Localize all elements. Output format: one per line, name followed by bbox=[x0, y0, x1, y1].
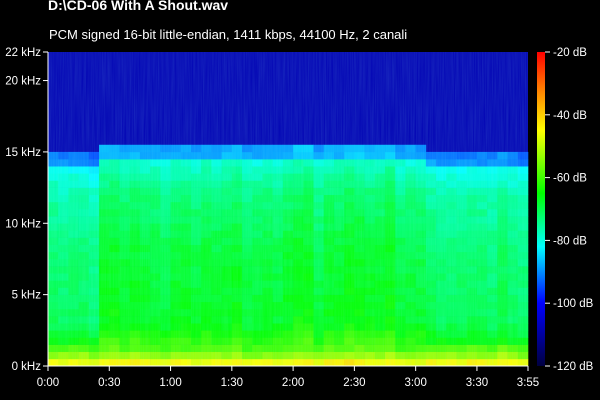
y-tick-label: 10 kHz bbox=[5, 218, 41, 230]
colorbar-tick-label: -20 dB bbox=[553, 47, 587, 59]
x-tick-label: 2:00 bbox=[282, 377, 304, 389]
colorbar: -20 dB -40 dB -60 dB -80 dB -100 dB -120 dB bbox=[537, 47, 594, 373]
y-tick-label: 22 kHz bbox=[5, 47, 41, 59]
y-tick-label: 0 kHz bbox=[12, 361, 42, 373]
x-tick-label: 0:00 bbox=[37, 377, 59, 389]
colorbar-tick-label: -120 dB bbox=[553, 361, 594, 373]
colorbar-gradient bbox=[537, 52, 545, 366]
x-tick-label: 2:30 bbox=[343, 377, 365, 389]
colorbar-tick-label: -100 dB bbox=[553, 298, 594, 310]
x-tick-label: 3:00 bbox=[404, 377, 426, 389]
x-tick-label: 1:30 bbox=[221, 377, 243, 389]
y-axis: 0 kHz 5 kHz 10 kHz 15 kHz 20 kHz 22 kHz bbox=[5, 47, 49, 373]
x-tick-label: 0:30 bbox=[98, 377, 120, 389]
x-tick-label: 3:30 bbox=[466, 377, 488, 389]
x-tick-label: 3:55 bbox=[517, 377, 539, 389]
x-tick-label: 1:00 bbox=[159, 377, 181, 389]
colorbar-tick-label: -80 dB bbox=[553, 235, 587, 247]
y-tick-label: 5 kHz bbox=[12, 290, 42, 302]
colorbar-tick-label: -60 dB bbox=[553, 173, 587, 185]
spectrogram-plot bbox=[48, 52, 529, 367]
spectrogram-texture bbox=[48, 52, 528, 366]
colorbar-tick-label: -40 dB bbox=[553, 110, 587, 122]
y-tick-label: 15 kHz bbox=[5, 147, 41, 159]
y-tick-label: 20 kHz bbox=[5, 76, 41, 88]
x-axis: 0:00 0:30 1:00 1:30 2:00 2:30 3:00 3:30 3:55 bbox=[37, 365, 539, 389]
spectrogram-chart: 0:00 0:30 1:00 1:30 2:00 2:30 3:00 3:30 3:55 0 k… bbox=[5, 47, 594, 389]
